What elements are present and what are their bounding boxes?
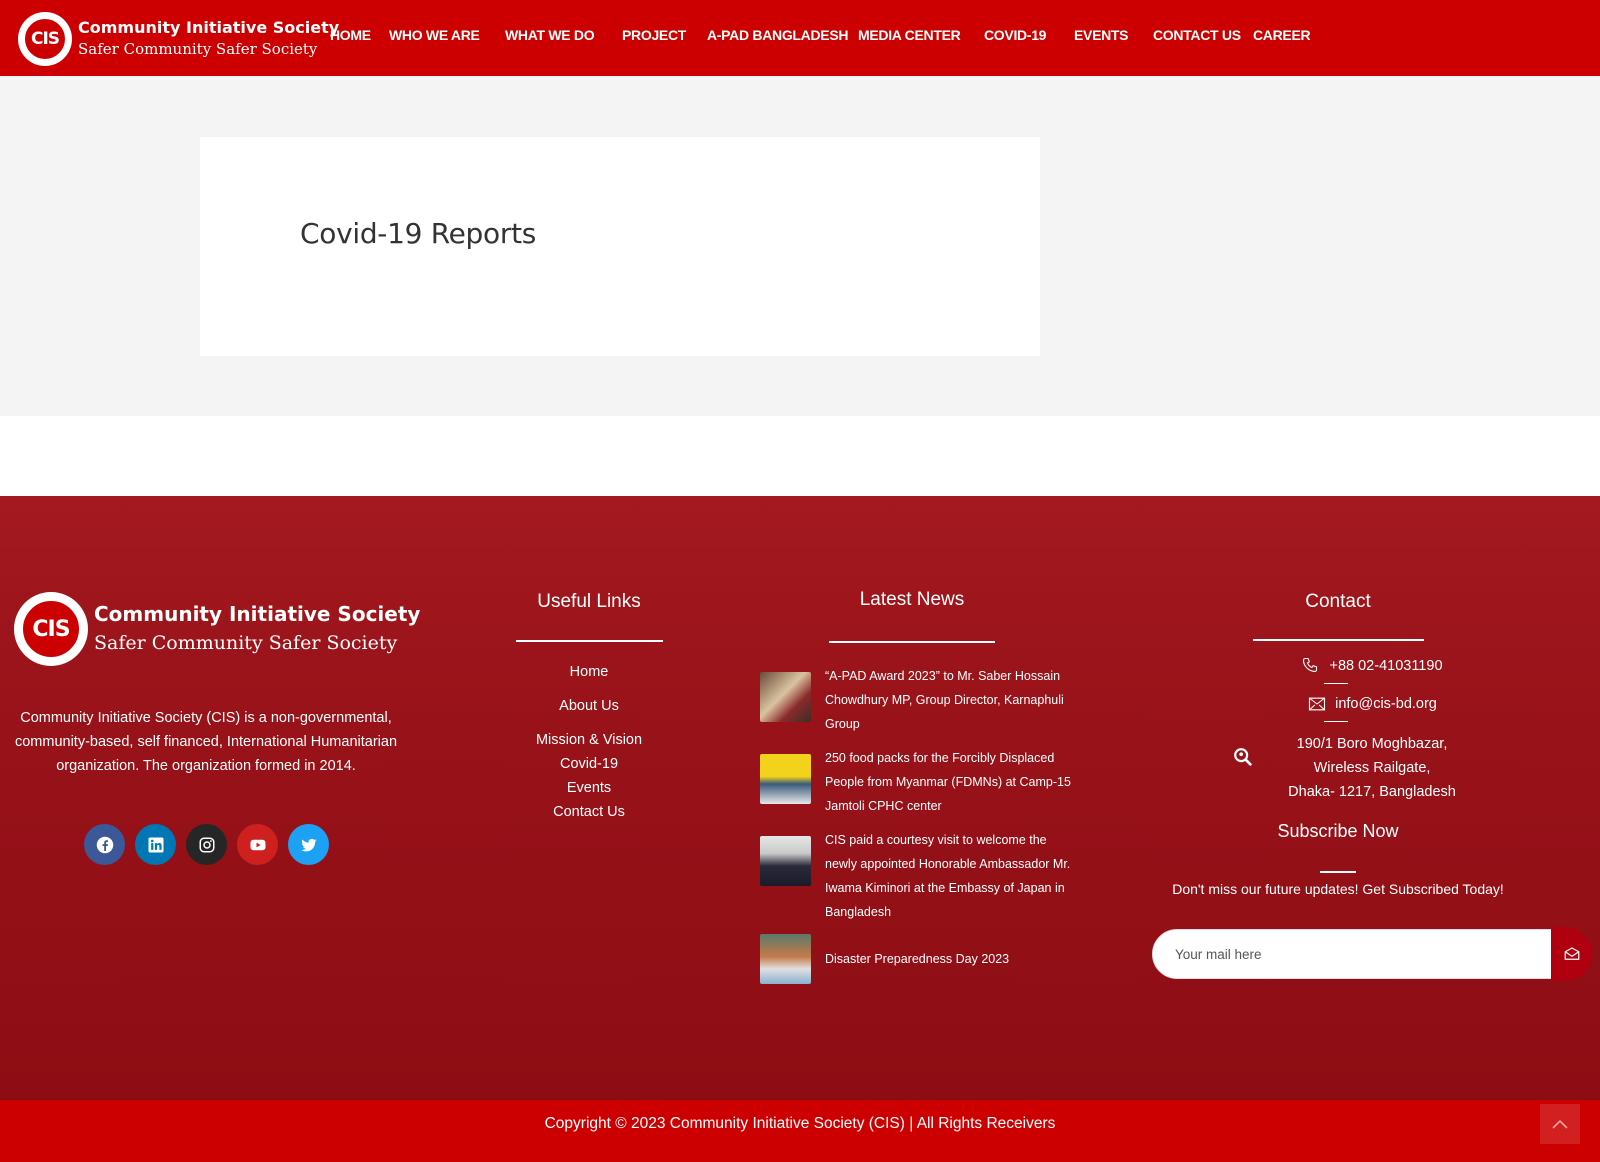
logo-tagline: Safer Community Safer Society bbox=[78, 40, 318, 58]
nav-what-we-do[interactable]: WHAT WE DO bbox=[505, 27, 595, 43]
contact-separator bbox=[1324, 683, 1348, 684]
chevron-up-icon bbox=[1552, 1119, 1568, 1129]
logo-badge-text: CIS bbox=[23, 17, 67, 61]
footer-link-home[interactable]: Home bbox=[489, 660, 689, 684]
mail-icon bbox=[1309, 697, 1326, 711]
useful-links-divider bbox=[516, 640, 663, 642]
nav-home[interactable]: HOME bbox=[330, 27, 371, 43]
news-item[interactable]: Disaster Preparedness Day 2023 bbox=[760, 934, 1080, 984]
news-title: 250 food packs for the Forcibly Displace… bbox=[825, 751, 1071, 813]
news-thumbnail bbox=[760, 836, 811, 886]
contact-separator bbox=[1324, 721, 1348, 722]
footer-logo-badge: CIS bbox=[14, 592, 88, 666]
logo-badge: CIS bbox=[18, 12, 72, 66]
youtube-icon[interactable] bbox=[237, 824, 278, 865]
site-footer: CIS Community Initiative Society Safer C… bbox=[0, 496, 1600, 1100]
footer-link-contact-us[interactable]: Contact Us bbox=[489, 800, 689, 824]
phone-icon bbox=[1303, 657, 1318, 672]
footer-logo[interactable]: CIS Community Initiative Society Safer C… bbox=[14, 592, 420, 666]
linkedin-icon[interactable] bbox=[135, 824, 176, 865]
footer-logo-title: Community Initiative Society bbox=[94, 602, 421, 626]
subscribe-text: Don't miss our future updates! Get Subsc… bbox=[1172, 881, 1504, 897]
contact-title: Contact bbox=[1305, 591, 1371, 612]
subscribe-button[interactable] bbox=[1551, 927, 1592, 981]
latest-news-divider bbox=[829, 641, 995, 643]
latest-news-title: Latest News bbox=[859, 589, 965, 610]
news-item[interactable]: “A-PAD Award 2023” to Mr. Saber Hossain … bbox=[760, 664, 1080, 736]
footer-link-events[interactable]: Events bbox=[489, 776, 689, 800]
facebook-icon[interactable] bbox=[84, 824, 125, 865]
footer-logo-tagline: Safer Community Safer Society bbox=[94, 632, 398, 654]
instagram-icon[interactable] bbox=[186, 824, 227, 865]
copyright-bar: Copyright © 2023 Community Initiative So… bbox=[0, 1100, 1600, 1162]
subscribe-divider bbox=[1320, 871, 1356, 873]
footer-link-covid-19[interactable]: Covid-19 bbox=[489, 752, 689, 776]
footer-description: Community Initiative Society (CIS) is a … bbox=[14, 710, 398, 774]
nav-career[interactable]: CAREER bbox=[1253, 27, 1311, 43]
news-thumbnail bbox=[760, 672, 811, 722]
site-logo[interactable]: CIS Community Initiative Society Safer C… bbox=[18, 12, 339, 66]
logo-title: Community Initiative Society bbox=[78, 18, 340, 37]
news-title: CIS paid a courtesy visit to welcome the… bbox=[825, 833, 1071, 919]
twitter-icon[interactable] bbox=[288, 824, 329, 865]
nav-covid-19[interactable]: COVID-19 bbox=[984, 27, 1046, 43]
site-header: CIS Community Initiative Society Safer C… bbox=[0, 0, 1600, 76]
useful-links-title: Useful Links bbox=[537, 591, 641, 612]
news-thumbnail bbox=[760, 934, 811, 984]
contact-email-text: info@cis-bd.org bbox=[1335, 696, 1437, 712]
news-thumbnail bbox=[760, 754, 811, 804]
social-links bbox=[84, 824, 329, 865]
subscribe-title: Subscribe Now bbox=[1277, 821, 1399, 841]
footer-link-mission-vision[interactable]: Mission & Vision bbox=[489, 728, 689, 752]
contact-email[interactable]: info@cis-bd.org bbox=[1282, 694, 1462, 714]
nav-events[interactable]: EVENTS bbox=[1074, 27, 1129, 43]
nav-contact-us[interactable]: CONTACT US bbox=[1153, 27, 1241, 43]
send-mail-icon bbox=[1564, 947, 1579, 960]
scroll-to-top-button[interactable] bbox=[1540, 1104, 1580, 1144]
nav-who-we-are[interactable]: WHO WE ARE bbox=[389, 27, 480, 43]
nav-a-pad-bangladesh[interactable]: A-PAD BANGLADESH bbox=[707, 27, 848, 43]
page-title-card: Covid-19 Reports bbox=[200, 137, 1040, 356]
footer-link-about-us[interactable]: About Us bbox=[489, 694, 689, 718]
contact-address: 190/1 Boro Moghbazar, Wireless Railgate,… bbox=[1234, 732, 1462, 804]
nav-media-center[interactable]: MEDIA CENTER bbox=[858, 27, 961, 43]
contact-info: +88 02-41031190 info@cis-bd.org 190/1 Bo… bbox=[1212, 656, 1462, 804]
footer-logo-badge-text: CIS bbox=[21, 599, 81, 659]
nav-project[interactable]: PROJECT bbox=[622, 27, 686, 43]
contact-address-line1: 190/1 Boro Moghbazar, bbox=[1296, 736, 1448, 752]
contact-address-line2: Wireless Railgate, bbox=[1313, 760, 1431, 776]
contact-divider bbox=[1253, 639, 1424, 641]
latest-news-list: “A-PAD Award 2023” to Mr. Saber Hossain … bbox=[760, 664, 1080, 994]
location-search-icon bbox=[1234, 748, 1252, 766]
copyright-text: Copyright © 2023 Community Initiative So… bbox=[544, 1115, 1056, 1132]
useful-links-list: Home About Us Mission & Vision Covid-19 … bbox=[489, 660, 689, 824]
news-title: “A-PAD Award 2023” to Mr. Saber Hossain … bbox=[825, 669, 1064, 731]
news-item[interactable]: CIS paid a courtesy visit to welcome the… bbox=[760, 828, 1080, 924]
news-title: Disaster Preparedness Day 2023 bbox=[825, 952, 1010, 966]
contact-address-line3: Dhaka- 1217, Bangladesh bbox=[1288, 784, 1456, 800]
page-title: Covid-19 Reports bbox=[300, 217, 537, 250]
contact-phone-text: +88 02-41031190 bbox=[1329, 658, 1443, 674]
contact-phone[interactable]: +88 02-41031190 bbox=[1282, 656, 1462, 676]
news-item[interactable]: 250 food packs for the Forcibly Displace… bbox=[760, 746, 1080, 818]
subscribe-email-input[interactable] bbox=[1152, 929, 1552, 979]
